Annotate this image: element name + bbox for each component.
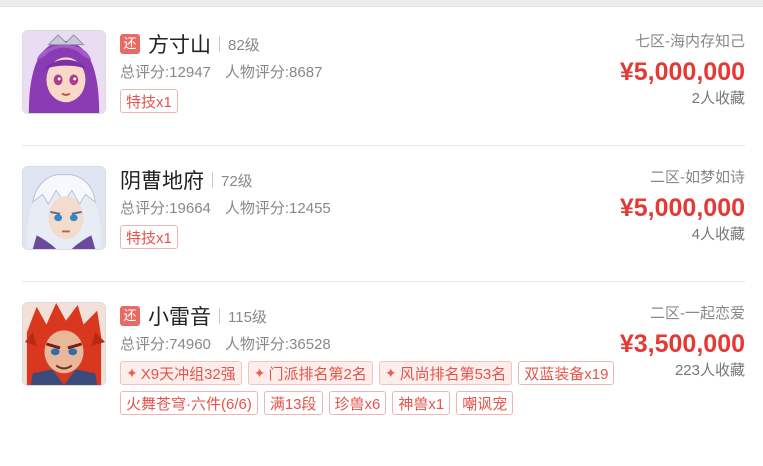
server-name: 七区-海内存知己 xyxy=(635,33,745,50)
character-level: 82级 xyxy=(228,36,260,54)
listing-info: 阴曹地府 72级 总评分:19664 人物评分:12455 特技x1 xyxy=(120,166,575,249)
feature-tag: 满13段 xyxy=(263,391,323,415)
red-haired-demon-portrait-icon xyxy=(23,303,105,385)
character-avatar[interactable] xyxy=(22,166,106,250)
hot-tag: ✦ X9天冲组32强 xyxy=(120,361,242,385)
total-score: 总评分:12947 xyxy=(120,64,211,81)
feature-tag: 特技x1 xyxy=(120,89,178,113)
score-row: 总评分:19664 人物评分:12455 xyxy=(120,198,575,220)
listing-summary: 七区-海内存知己 ¥5,000,000 2人收藏 xyxy=(525,30,745,110)
price: ¥3,500,000 xyxy=(619,330,745,358)
character-level: 72级 xyxy=(221,172,253,190)
top-divider xyxy=(0,6,763,7)
title-separator xyxy=(212,172,213,188)
listing-summary: 二区-一起恋爱 ¥3,500,000 223人收藏 xyxy=(525,302,745,382)
hot-tag-label: 门派排名第2名 xyxy=(268,365,367,383)
character-avatar[interactable] xyxy=(22,30,106,114)
server-name: 二区-一起恋爱 xyxy=(650,305,745,322)
sparkle-icon: ✦ xyxy=(384,364,397,381)
feature-tag: 火舞苍穹·六件(6/6) xyxy=(120,391,258,415)
score-row: 总评分:12947 人物评分:8687 xyxy=(120,62,575,84)
school-name[interactable]: 方寸山 xyxy=(148,29,211,59)
feature-tag: 嘲讽宠 xyxy=(456,391,514,415)
server-name: 二区-如梦如诗 xyxy=(650,169,745,186)
school-name[interactable]: 阴曹地府 xyxy=(120,165,204,195)
total-score: 总评分:19664 xyxy=(120,200,211,217)
listing-info: 还 方寸山 82级 总评分:12947 人物评分:8687 特技x1 xyxy=(120,30,575,113)
favorite-count: 4人收藏 xyxy=(691,226,745,243)
price: ¥5,000,000 xyxy=(619,58,745,86)
listing-card[interactable]: 还 小雷音 115级 总评分:74960 人物评分:36528 ✦ X9天冲组32强… xyxy=(22,302,745,462)
hot-tag-label: 风尚排名第53名 xyxy=(399,365,507,383)
card-divider xyxy=(22,145,745,146)
hot-tag: ✦ 门派排名第2名 xyxy=(247,361,373,385)
tag-list: 特技x1 xyxy=(120,225,575,249)
hot-tag-label: X9天冲组32强 xyxy=(140,365,236,383)
character-score: 人物评分:12455 xyxy=(224,200,331,217)
total-score: 总评分:74960 xyxy=(120,336,211,353)
school-name[interactable]: 小雷音 xyxy=(148,301,211,331)
character-score: 人物评分:8687 xyxy=(224,64,323,81)
sparkle-icon: ✦ xyxy=(126,364,138,381)
returning-badge: 还 xyxy=(120,306,140,326)
white-haired-male-portrait-icon xyxy=(23,167,105,249)
listing-summary: 二区-如梦如诗 ¥5,000,000 4人收藏 xyxy=(525,166,745,246)
tag-list: 特技x1 xyxy=(120,89,575,113)
listing-card[interactable]: 还 方寸山 82级 总评分:12947 人物评分:8687 特技x1 七区-海内存… xyxy=(22,30,745,130)
price: ¥5,000,000 xyxy=(619,194,745,222)
feature-tag: 特技x1 xyxy=(120,225,178,249)
favorite-count: 2人收藏 xyxy=(691,90,745,107)
character-level: 115级 xyxy=(228,308,267,326)
feature-tag: 神兽x1 xyxy=(392,391,451,415)
sparkle-icon: ✦ xyxy=(253,364,266,381)
title-separator xyxy=(219,308,220,324)
returning-badge: 还 xyxy=(120,34,140,54)
favorite-count: 223人收藏 xyxy=(674,362,745,379)
character-score: 人物评分:36528 xyxy=(224,336,331,353)
title-separator xyxy=(219,36,220,52)
character-avatar[interactable] xyxy=(22,302,106,386)
listing-card[interactable]: 阴曹地府 72级 总评分:19664 人物评分:12455 特技x1 二区-如梦如… xyxy=(22,166,745,266)
hot-tag: ✦ 风尚排名第53名 xyxy=(378,361,513,385)
feature-tag: 珍兽x6 xyxy=(328,391,387,415)
purple-haired-female-portrait-icon xyxy=(23,31,105,113)
card-divider xyxy=(22,281,745,282)
